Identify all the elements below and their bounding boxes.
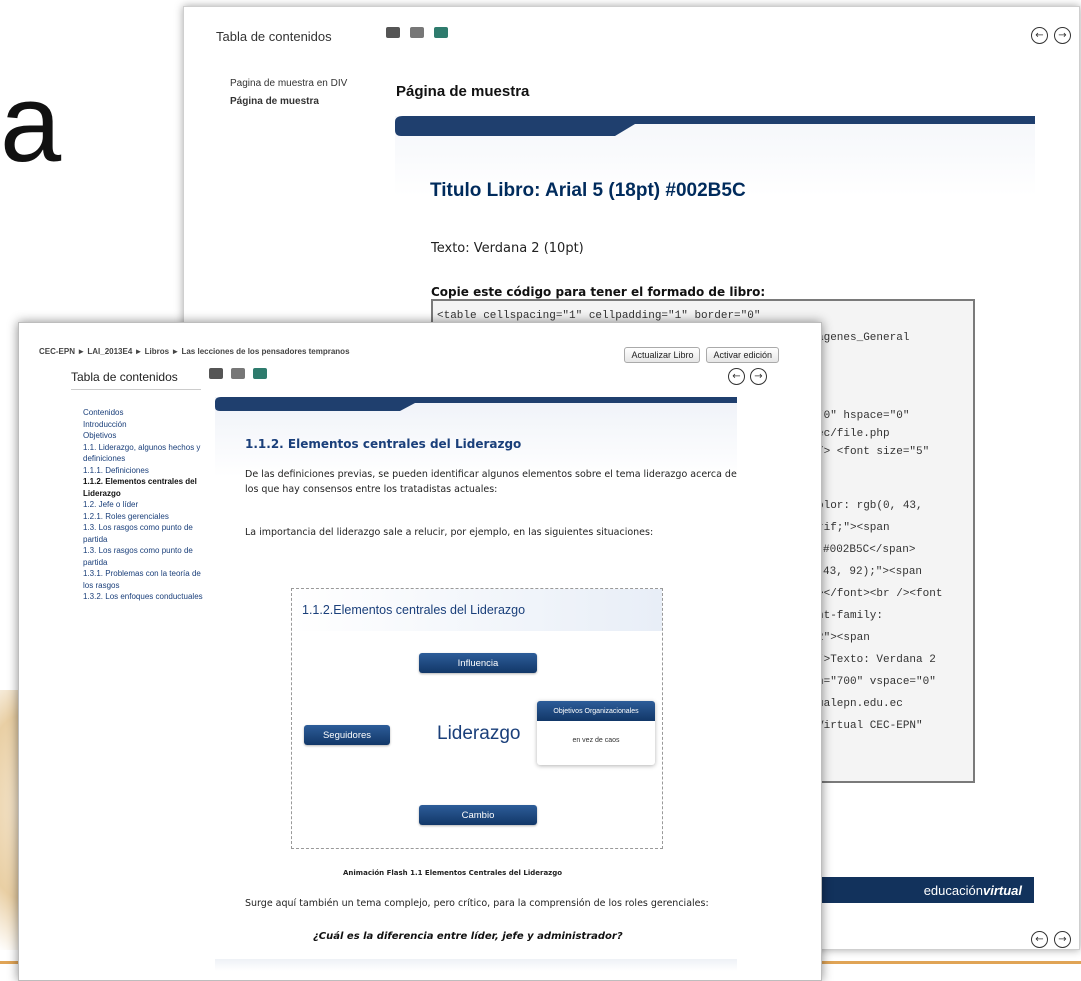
toc-item[interactable]: 1.3.2. Los enfoques conductuales [83,591,213,603]
question: ¿Cuál es la diferencia entre líder, jefe… [313,931,623,942]
toolbar [209,368,267,379]
front-window: CEC-EPN ► LAI_2013E4 ► Libros ► Las lecc… [18,322,822,981]
update-book-button[interactable]: Actualizar Libro [624,347,701,363]
toc-item[interactable]: Contenidos [83,407,213,419]
code-line: agenes_General [817,332,910,344]
objectives-card[interactable]: Objetivos Organizacionales en vez de cao… [537,701,655,765]
print-all-icon[interactable] [410,27,424,38]
code-line: h="700" vspace="0" [817,676,936,688]
copy-label: Copie este código para tener el formado … [431,285,766,299]
print-all-icon[interactable] [231,368,245,379]
toc-list: Contenidos Introducción Objetivos 1.1. L… [83,407,213,603]
bottom-nav: ← → [1031,931,1071,948]
code-line: #002B5C</span> [823,544,916,556]
code-line: Virtual CEC-EPN" [817,720,923,732]
footer-brand: educación virtual [804,877,1034,903]
divider [71,389,201,390]
toc-title: Tabla de contenidos [216,29,332,44]
toc-item[interactable]: 1.2.1. Roles gerenciales [83,511,213,523]
flash-title: 1.1.2.Elementos centrales del Liderazgo [302,603,526,617]
bottom-banner [215,959,737,971]
toolbar [386,27,448,38]
arrow-left-circle-icon[interactable]: ← [1031,27,1048,44]
header-buttons: Actualizar Libro Activar edición [624,347,779,363]
code-line: rif;"><span [817,522,890,534]
book-title: Titulo Libro: Arial 5 (18pt) #002B5C [430,180,746,201]
figure-caption: Animación Flash 1.1 Elementos Centrales … [343,869,563,877]
change-button[interactable]: Cambio [419,805,537,825]
nav-buttons: ← → [1031,27,1071,44]
toc-item[interactable]: Introducción [83,419,213,431]
toc-item-active[interactable]: 1.1.2. Elementos centrales del Liderazgo [83,476,213,499]
page-title: Página de muestra [396,83,530,100]
toc-item[interactable]: 1.3. Los rasgos como punto de partida [83,522,213,545]
text-sample: Texto: Verdana 2 (10pt) [431,241,584,256]
code-line: ">Texto: Verdana 2 [817,654,936,666]
influence-button[interactable]: Influencia [419,653,537,673]
toc-item[interactable]: 1.2. Jefe o líder [83,499,213,511]
banner-bar [215,397,737,411]
brand-bold: virtual [982,882,1022,898]
toc-item[interactable]: 1.3.1. Problemas con la teoría de los ra… [83,568,213,591]
nav-buttons: ← → [728,368,767,385]
paragraph: La importancia del liderazgo sale a relu… [245,527,654,538]
code-line: ></font><br /><font [817,588,943,600]
toc-item[interactable]: 1.1.1. Definiciones [83,465,213,477]
arrow-left-circle-icon[interactable]: ← [728,368,745,385]
code-line: nt-family: [817,610,884,622]
code-line: "0" hspace="0" [817,410,910,422]
code-line: /> <font size="5" [817,446,930,458]
code-line: 2"><span [817,632,870,644]
section-title: 1.1.2. Elementos centrales del Liderazgo [245,437,522,451]
toc-item[interactable]: Pagina de muestra en DIV [230,75,347,93]
code-line: 43, 92);"><span [823,566,923,578]
toc-item-active[interactable]: Página de muestra [230,93,347,111]
arrow-right-circle-icon[interactable]: → [750,368,767,385]
toc-item[interactable]: Objetivos [83,430,213,442]
paragraph: Surge aquí también un tema complejo, per… [245,898,709,909]
toc-list: Pagina de muestra en DIV Página de muest… [230,75,347,111]
flash-animation[interactable]: 1.1.2.Elementos centrales del Liderazgo … [291,588,663,849]
printer-icon[interactable] [386,27,400,38]
followers-button[interactable]: Seguidores [304,725,390,745]
activate-edit-button[interactable]: Activar edición [706,347,779,363]
brand-light: educación [923,882,983,898]
breadcrumb[interactable]: CEC-EPN ► LAI_2013E4 ► Libros ► Las lecc… [39,347,350,356]
objectives-header: Objetivos Organizacionales [537,701,655,721]
flash-header: 1.1.2.Elementos centrales del Liderazgo [292,589,662,631]
code-line: olor: rgb(0, 43, [817,500,923,512]
toc-title: Tabla de contenidos [71,370,178,384]
banner-bar [395,116,1035,136]
toc-item[interactable]: 1.3. Los rasgos como punto de partida [83,545,213,568]
code-line: ualepn.edu.ec [817,698,903,710]
objectives-text: en vez de caos [572,737,620,744]
slide-letter: a [0,62,62,185]
toc-item[interactable]: 1.1. Liderazgo, algunos hechos y definic… [83,442,213,465]
arrow-right-circle-icon[interactable]: → [1054,931,1071,948]
arrow-left-circle-icon[interactable]: ← [1031,931,1048,948]
book-icon[interactable] [434,27,448,38]
paragraph: De las definiciones previas, se pueden i… [245,469,737,495]
arrow-right-circle-icon[interactable]: → [1054,27,1071,44]
leadership-label: Liderazgo [437,723,521,744]
code-line: ec/file.php [817,428,890,440]
book-icon[interactable] [253,368,267,379]
printer-icon[interactable] [209,368,223,379]
